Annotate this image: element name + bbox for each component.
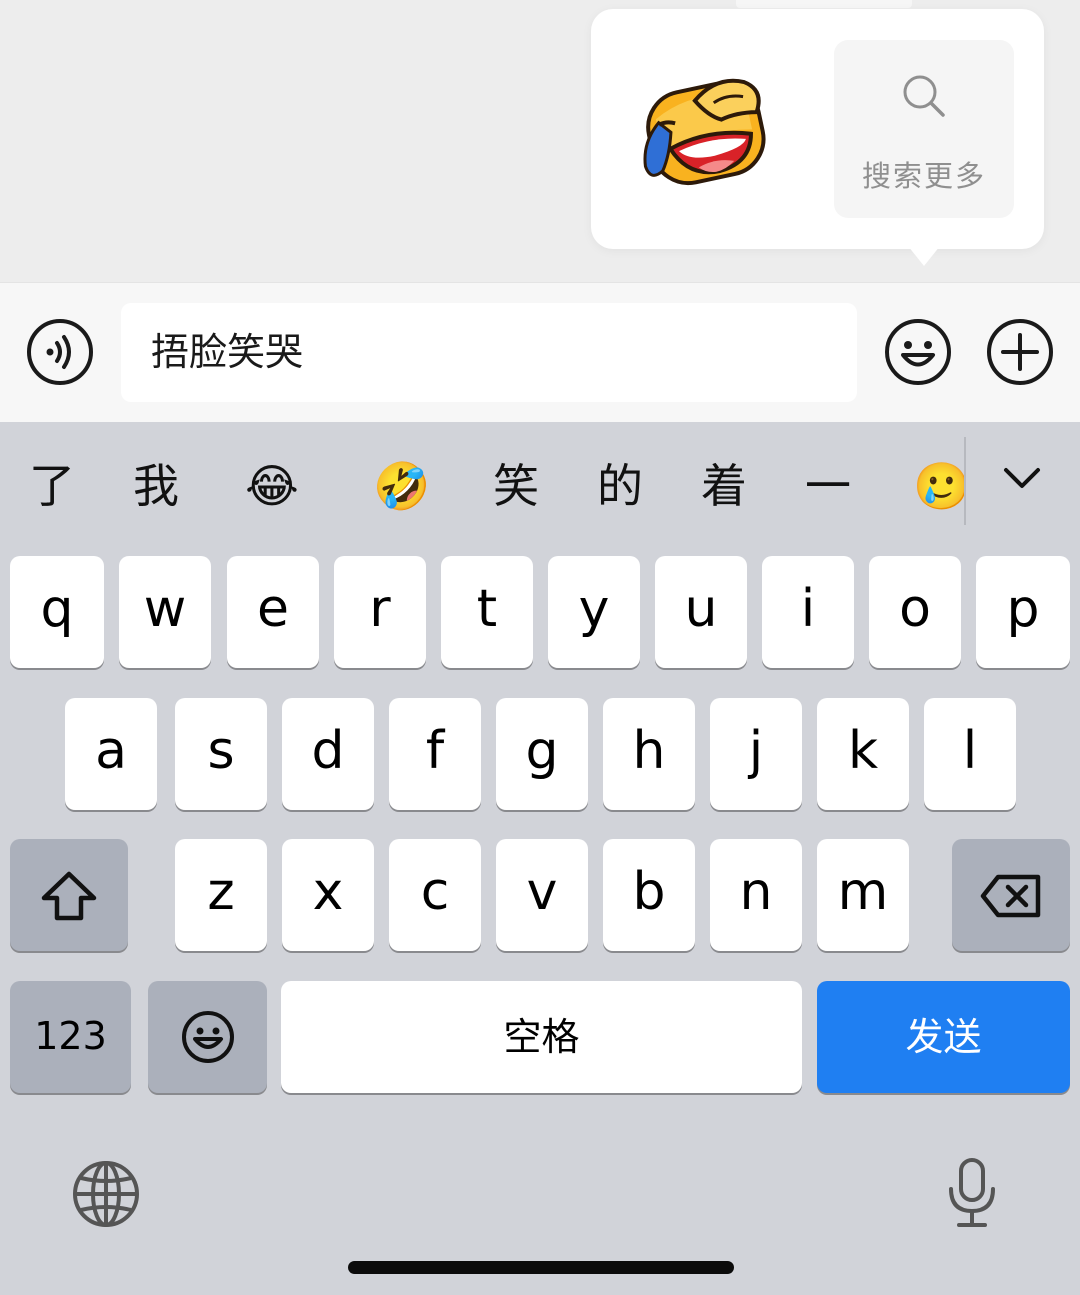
voice-input-button[interactable] bbox=[26, 318, 94, 386]
send-key[interactable]: 发送 bbox=[817, 981, 1070, 1093]
key-label: y bbox=[578, 579, 610, 639]
candidate-item[interactable]: 我 bbox=[116, 456, 196, 516]
key-label: f bbox=[425, 721, 445, 781]
key-label: d bbox=[311, 721, 345, 781]
key-label: a bbox=[95, 721, 127, 781]
candidate-item[interactable]: 🥲 bbox=[902, 456, 982, 516]
key-a[interactable]: a bbox=[65, 698, 157, 810]
key-label: u bbox=[684, 579, 718, 639]
key-label: h bbox=[632, 721, 666, 781]
key-u[interactable]: u bbox=[655, 556, 747, 668]
key-label: t bbox=[476, 579, 498, 639]
key-r[interactable]: r bbox=[334, 556, 426, 668]
dictation-button[interactable] bbox=[944, 1157, 1000, 1229]
key-label: l bbox=[962, 721, 978, 781]
message-text-input[interactable]: 捂脸笑哭 bbox=[121, 303, 857, 402]
home-indicator bbox=[348, 1261, 734, 1274]
key-label: z bbox=[207, 862, 235, 922]
key-z[interactable]: z bbox=[175, 839, 267, 951]
candidate-bar: 了 我 😂 🤣 笑 的 着 一 🥲 bbox=[0, 422, 1080, 552]
backspace-icon bbox=[980, 874, 1041, 918]
key-label: w bbox=[143, 579, 187, 639]
key-label: s bbox=[207, 721, 235, 781]
globe-icon bbox=[73, 1161, 139, 1227]
key-n[interactable]: n bbox=[710, 839, 802, 951]
candidate-item[interactable]: 😂 bbox=[232, 456, 312, 516]
key-label: v bbox=[526, 862, 558, 922]
voice-icon bbox=[27, 319, 93, 385]
chevron-down-icon bbox=[1004, 468, 1040, 488]
face-palm-crying-sticker[interactable] bbox=[631, 69, 781, 189]
delete-key[interactable] bbox=[952, 839, 1070, 951]
key-x[interactable]: x bbox=[282, 839, 374, 951]
key-d[interactable]: d bbox=[282, 698, 374, 810]
key-label: o bbox=[899, 579, 931, 639]
emoji-keyboard-key[interactable] bbox=[148, 981, 267, 1093]
key-label: r bbox=[369, 579, 391, 639]
candidate-item[interactable]: 着 bbox=[684, 456, 764, 516]
key-label: k bbox=[847, 721, 879, 781]
chat-message-edge bbox=[736, 0, 912, 8]
key-label: b bbox=[632, 862, 666, 922]
key-label: e bbox=[257, 579, 289, 639]
key-f[interactable]: f bbox=[389, 698, 481, 810]
key-h[interactable]: h bbox=[603, 698, 695, 810]
candidate-item[interactable]: 的 bbox=[580, 456, 660, 516]
key-g[interactable]: g bbox=[496, 698, 588, 810]
search-icon bbox=[903, 75, 945, 117]
expand-candidates-button[interactable] bbox=[1000, 460, 1044, 500]
key-label: i bbox=[800, 579, 816, 639]
plus-icon bbox=[987, 319, 1053, 385]
key-label: c bbox=[420, 862, 450, 922]
candidate-item[interactable]: 了 bbox=[12, 456, 92, 516]
numbers-key[interactable]: 123 bbox=[10, 981, 131, 1093]
chat-area: 搜索更多 bbox=[0, 0, 1080, 282]
key-v[interactable]: v bbox=[496, 839, 588, 951]
key-q[interactable]: q bbox=[10, 556, 104, 668]
key-label: m bbox=[837, 862, 889, 922]
sticker-suggestion-popup: 搜索更多 bbox=[591, 9, 1044, 249]
key-c[interactable]: c bbox=[389, 839, 481, 951]
key-t[interactable]: t bbox=[441, 556, 533, 668]
key-label: q bbox=[40, 579, 74, 639]
key-label: 123 bbox=[34, 1014, 107, 1058]
key-e[interactable]: e bbox=[227, 556, 319, 668]
emoji-face-icon bbox=[181, 1011, 234, 1063]
key-o[interactable]: o bbox=[869, 556, 961, 668]
key-y[interactable]: y bbox=[548, 556, 640, 668]
popup-tail bbox=[908, 246, 940, 266]
emoji-panel-button[interactable] bbox=[884, 318, 952, 386]
sticker-icon bbox=[643, 78, 766, 186]
candidate-item[interactable]: 笑 bbox=[476, 456, 556, 516]
key-b[interactable]: b bbox=[603, 839, 695, 951]
search-more-button[interactable]: 搜索更多 bbox=[834, 40, 1014, 218]
key-label: g bbox=[525, 721, 559, 781]
key-i[interactable]: i bbox=[762, 556, 854, 668]
key-label: 空格 bbox=[503, 1015, 580, 1059]
key-label: j bbox=[748, 721, 764, 781]
key-l[interactable]: l bbox=[924, 698, 1016, 810]
more-options-button[interactable] bbox=[986, 318, 1054, 386]
key-s[interactable]: s bbox=[175, 698, 267, 810]
candidate-item[interactable]: 一 bbox=[788, 456, 868, 516]
space-key[interactable]: 空格 bbox=[281, 981, 802, 1093]
key-w[interactable]: w bbox=[119, 556, 211, 668]
switch-language-button[interactable] bbox=[72, 1160, 140, 1228]
emoji-icon bbox=[885, 319, 951, 385]
key-label: n bbox=[739, 862, 773, 922]
shift-key[interactable] bbox=[10, 839, 128, 951]
key-k[interactable]: k bbox=[817, 698, 909, 810]
microphone-icon bbox=[949, 1158, 995, 1227]
key-label: p bbox=[1006, 579, 1040, 639]
key-m[interactable]: m bbox=[817, 839, 909, 951]
search-more-label: 搜索更多 bbox=[861, 159, 986, 193]
shift-arrow-icon bbox=[41, 871, 97, 921]
key-p[interactable]: p bbox=[976, 556, 1070, 668]
chat-input-bar: 捂脸笑哭 bbox=[0, 282, 1080, 423]
candidate-divider bbox=[964, 437, 966, 525]
candidate-item[interactable]: 🤣 bbox=[362, 456, 442, 516]
key-label: 发送 bbox=[905, 1015, 982, 1059]
key-label: x bbox=[312, 862, 344, 922]
key-j[interactable]: j bbox=[710, 698, 802, 810]
